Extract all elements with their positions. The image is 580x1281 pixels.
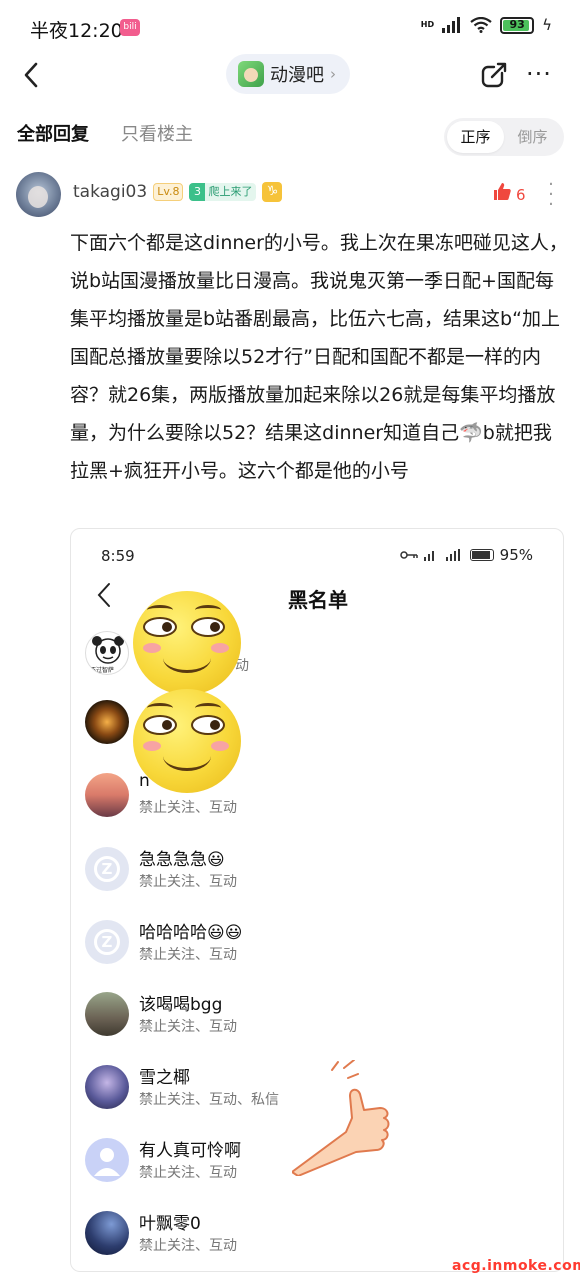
tab-op-only[interactable]: 只看楼主 — [121, 120, 193, 146]
blocked-user-name: 该喝喝bgg — [139, 995, 223, 1015]
blocked-user-restriction: 禁止关注、互动 — [139, 1238, 237, 1254]
hd-network-label: HD — [420, 20, 435, 29]
list-item: Z 哈哈哈哈😃😃 禁止关注、互动 — [85, 914, 545, 974]
bilibili-notification-icon: bili — [120, 19, 140, 36]
chevron-right-icon: › — [330, 65, 336, 83]
anime-avatar — [85, 1065, 129, 1109]
blocked-user-name: 哈哈哈哈😃😃 — [139, 923, 243, 943]
charging-icon: ϟ — [542, 16, 552, 34]
like-button[interactable]: 6 — [492, 182, 526, 207]
forest-avatar — [85, 992, 129, 1036]
tab-all-replies[interactable]: 全部回复 — [17, 120, 89, 146]
blocked-user-name: 急急急急😃 — [139, 850, 225, 870]
user-line: takagi03 Lv.8 3 爬上来了 ♑ — [73, 182, 283, 202]
shot-status-time: 8:59 — [101, 547, 135, 565]
shot-battery-level: 95% — [499, 546, 533, 564]
status-icons: HD 93 ϟ — [421, 16, 552, 34]
key-icon — [399, 551, 418, 559]
flair-badge: 3 爬上来了 — [189, 183, 257, 201]
blocked-user-restriction: 禁止关注、互动、私信 — [139, 1092, 279, 1108]
battery-icon — [469, 549, 494, 561]
wifi-icon — [470, 17, 492, 33]
default-person-avatar — [85, 1138, 129, 1182]
smirk-sticker — [133, 591, 241, 695]
blocked-user-restriction: 禁止关注、互动 — [139, 947, 237, 963]
share-icon[interactable] — [480, 61, 508, 89]
post-body: 下面六个都是这dinner的小号。我上次在果冻吧碰见这人，说b站国漫播放量比日漫… — [70, 232, 568, 482]
lantern-avatar — [85, 700, 129, 744]
forum-avatar — [238, 61, 264, 87]
panda-avatar: 不过智萨 — [85, 631, 129, 675]
zodiac-icon: ♑ — [262, 182, 283, 202]
panda-caption: 不过智萨 — [90, 667, 115, 674]
list-item: 叶飘零0 禁止关注、互动 — [85, 1205, 545, 1265]
level-badge: Lv.8 — [153, 183, 184, 201]
default-avatar: Z — [85, 920, 129, 964]
forum-name: 动漫吧 — [270, 65, 324, 86]
blocked-user-restriction: 禁止关注、互动 — [139, 1019, 237, 1035]
shot-status-icons: 95% — [399, 546, 533, 564]
more-icon[interactable]: ··· — [526, 60, 552, 88]
post-more-icon[interactable]: · · · — [546, 176, 556, 214]
username[interactable]: takagi03 — [73, 182, 147, 202]
blocked-user-name: 有人真可怜啊 — [139, 1141, 241, 1161]
top-nav: 动漫吧 › ··· — [0, 52, 580, 98]
list-item: Z 急急急急😃 禁止关注、互动 — [85, 841, 545, 901]
blocked-user-restriction: 禁止关注、互动 — [139, 800, 237, 816]
blocked-user-name: 雪之椰 — [139, 1068, 190, 1088]
avatar[interactable] — [16, 172, 61, 217]
flair-number: 3 — [189, 183, 206, 201]
like-count: 6 — [516, 185, 526, 204]
status-bar: 半夜12:20 bili HD 93 ϟ — [0, 0, 580, 52]
default-avatar: Z — [85, 847, 129, 891]
status-time: 半夜12:20 — [30, 20, 123, 42]
sunset-avatar — [85, 773, 129, 817]
sort-asc-button[interactable]: 正序 — [447, 121, 504, 153]
battery-level: 93 — [509, 17, 525, 31]
watermark: acg.inmoke.com — [452, 1258, 580, 1274]
thumbs-up-icon — [492, 182, 512, 207]
blocked-user-name: 叶飘零0 — [139, 1214, 201, 1234]
list-item: 该喝喝bgg 禁止关注、互动 — [85, 986, 545, 1046]
blocked-user-restriction: 禁止关注、互动 — [139, 1165, 237, 1181]
back-icon[interactable] — [20, 60, 44, 90]
blocked-user-restriction: 禁止关注、互动 — [139, 874, 237, 890]
signal-icon — [442, 17, 461, 33]
forum-pill[interactable]: 动漫吧 › — [226, 54, 350, 94]
sort-desc-button[interactable]: 倒序 — [504, 121, 561, 153]
battery-icon: 93 — [500, 16, 535, 34]
night-sky-avatar — [85, 1211, 129, 1255]
signal-icon — [423, 549, 460, 561]
flair-text: 爬上来了 — [208, 185, 253, 198]
smirk-sticker — [133, 689, 241, 793]
reply-tabs: 全部回复 只看楼主 正序 倒序 — [0, 112, 580, 160]
sort-toggle: 正序 倒序 — [444, 118, 564, 156]
thumbs-up-sticker — [292, 1060, 390, 1176]
